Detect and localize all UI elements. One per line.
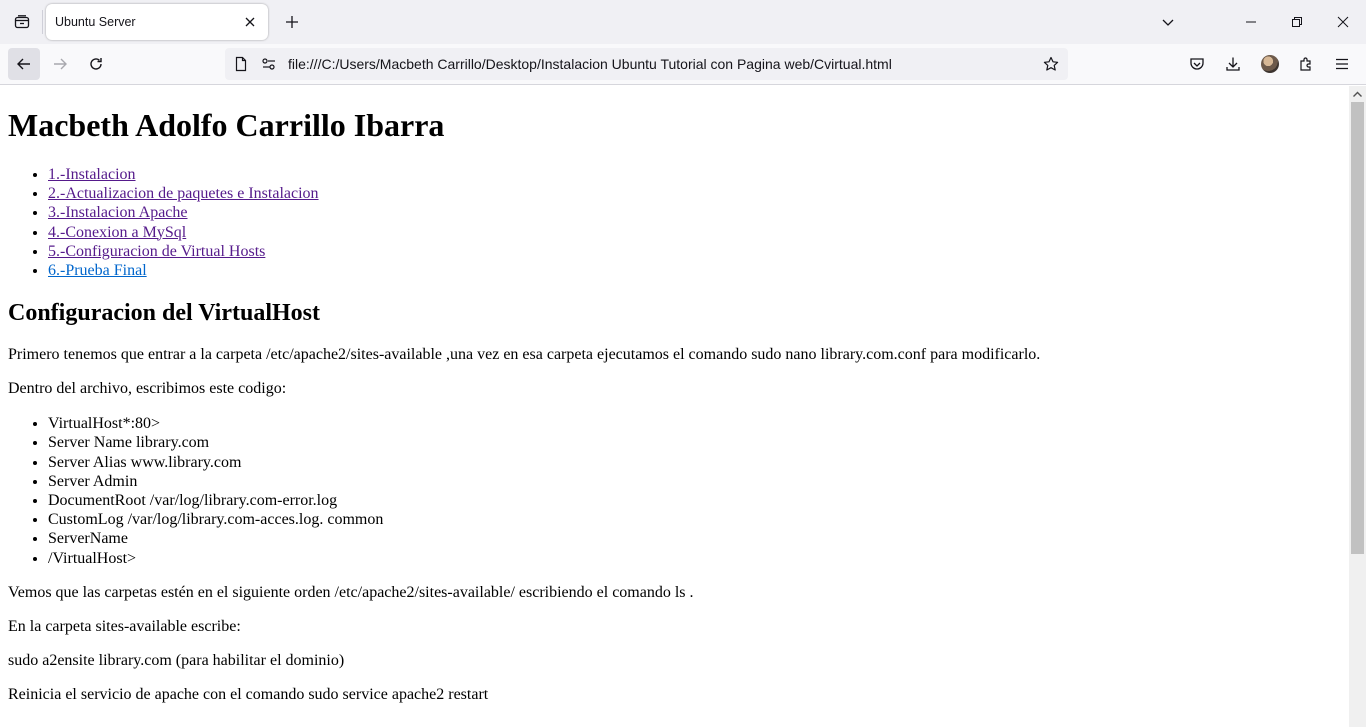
plus-icon	[285, 15, 299, 29]
paragraph-sites-available: En la carpeta sites-available escribe:	[8, 617, 241, 635]
page-body: Macbeth Adolfo Carrillo Ibarra 1.-Instal…	[0, 107, 1349, 704]
nav-list-item: 4.-Conexion a MySql	[48, 223, 1341, 242]
avatar	[1261, 55, 1279, 73]
puzzle-icon	[1298, 56, 1314, 72]
tab-active[interactable]: Ubuntu Server	[46, 4, 268, 40]
page-title: Macbeth Adolfo Carrillo Ibarra	[8, 107, 445, 143]
list-all-tabs-button[interactable]	[8, 8, 36, 36]
hamburger-menu-icon	[1334, 56, 1350, 72]
code-list-item: Server Alias www.library.com	[48, 453, 1341, 472]
nav-list-item: 1.-Instalacion	[48, 165, 1341, 184]
close-icon	[244, 16, 256, 28]
code-list: VirtualHost*:80> Server Name library.com…	[8, 414, 1341, 568]
nav-link-list: 1.-Instalacion 2.-Actualizacion de paque…	[8, 165, 1341, 280]
page-icon[interactable]	[231, 54, 251, 74]
vertical-scrollbar[interactable]	[1349, 86, 1366, 727]
page-viewport: Macbeth Adolfo Carrillo Ibarra 1.-Instal…	[0, 86, 1349, 727]
code-list-item: /VirtualHost>	[48, 549, 1341, 568]
permissions-icon[interactable]	[259, 54, 279, 74]
code-list-item: Server Name library.com	[48, 433, 1341, 452]
nav-link-actualizacion[interactable]: 2.-Actualizacion de paquetes e Instalaci…	[48, 185, 319, 202]
reload-button[interactable]	[80, 48, 112, 80]
pocket-icon	[1189, 56, 1205, 72]
tab-separator	[42, 10, 43, 34]
nav-list-item: 3.-Instalacion Apache	[48, 203, 1341, 222]
menu-button[interactable]	[1326, 48, 1358, 80]
downloads-button[interactable]	[1217, 48, 1249, 80]
paragraph-a2ensite: sudo a2ensite library.com (para habilita…	[8, 651, 345, 669]
nav-list-item: 5.-Configuracion de Virtual Hosts	[48, 242, 1341, 261]
paragraph-code-intro: Dentro del archivo, escribimos este codi…	[8, 380, 287, 398]
close-icon	[1337, 16, 1349, 28]
download-icon	[1225, 56, 1241, 72]
bookmark-star-icon[interactable]	[1041, 54, 1061, 74]
url-text[interactable]: file:///C:/Users/Macbeth Carrillo/Deskto…	[288, 56, 892, 72]
forward-button[interactable]	[44, 48, 76, 80]
code-list-item: Server Admin	[48, 472, 1341, 491]
paragraph-restart: Reinicia el servicio de apache con el co…	[8, 685, 489, 703]
tab-bar: Ubuntu Server	[0, 0, 1366, 44]
nav-list-item: 6.-Prueba Final	[48, 261, 1341, 280]
nav-link-instalacion[interactable]: 1.-Instalacion	[48, 166, 136, 183]
restore-button[interactable]	[1274, 0, 1320, 44]
minimize-icon	[1245, 16, 1257, 28]
code-list-item: ServerName	[48, 529, 1341, 548]
code-list-item: VirtualHost*:80>	[48, 414, 1341, 433]
nav-link-virtual-hosts[interactable]: 5.-Configuracion de Virtual Hosts	[48, 243, 265, 260]
nav-link-prueba-final[interactable]: 6.-Prueba Final	[48, 262, 147, 279]
tab-close-button[interactable]	[240, 12, 260, 32]
paragraph-intro: Primero tenemos que entrar a la carpeta …	[8, 346, 1041, 364]
minimize-button[interactable]	[1228, 0, 1274, 44]
restore-icon	[1291, 16, 1303, 28]
nav-list-item: 2.-Actualizacion de paquetes e Instalaci…	[48, 184, 1341, 203]
paragraph-folder-order: Vemos que las carpetas estén en el sigui…	[8, 583, 694, 601]
chevron-up-icon	[1353, 91, 1362, 97]
back-button[interactable]	[8, 48, 40, 80]
account-button[interactable]	[1254, 48, 1286, 80]
arrow-left-icon	[16, 56, 32, 72]
close-window-button[interactable]	[1320, 0, 1366, 44]
navigation-toolbar: file:///C:/Users/Macbeth Carrillo/Deskto…	[0, 44, 1366, 85]
scrollbar-thumb[interactable]	[1351, 102, 1364, 554]
extensions-button[interactable]	[1290, 48, 1322, 80]
section-heading: Configuracion del VirtualHost	[8, 300, 321, 327]
chevron-down-icon	[1161, 15, 1175, 29]
reload-icon	[88, 56, 104, 72]
new-tab-button[interactable]	[278, 8, 306, 36]
list-tabs-dropdown-button[interactable]	[1145, 0, 1191, 44]
code-list-item: DocumentRoot /var/log/library.com-error.…	[48, 491, 1341, 510]
code-list-item: CustomLog /var/log/library.com-acces.log…	[48, 510, 1341, 529]
pocket-button[interactable]	[1181, 48, 1213, 80]
scroll-up-button[interactable]	[1349, 86, 1366, 102]
nav-link-apache[interactable]: 3.-Instalacion Apache	[48, 204, 188, 221]
tab-title: Ubuntu Server	[55, 15, 136, 29]
tab-list-icon	[14, 14, 30, 30]
nav-link-mysql[interactable]: 4.-Conexion a MySql	[48, 224, 186, 241]
address-bar[interactable]: file:///C:/Users/Macbeth Carrillo/Deskto…	[225, 48, 1068, 80]
arrow-right-icon	[52, 56, 68, 72]
